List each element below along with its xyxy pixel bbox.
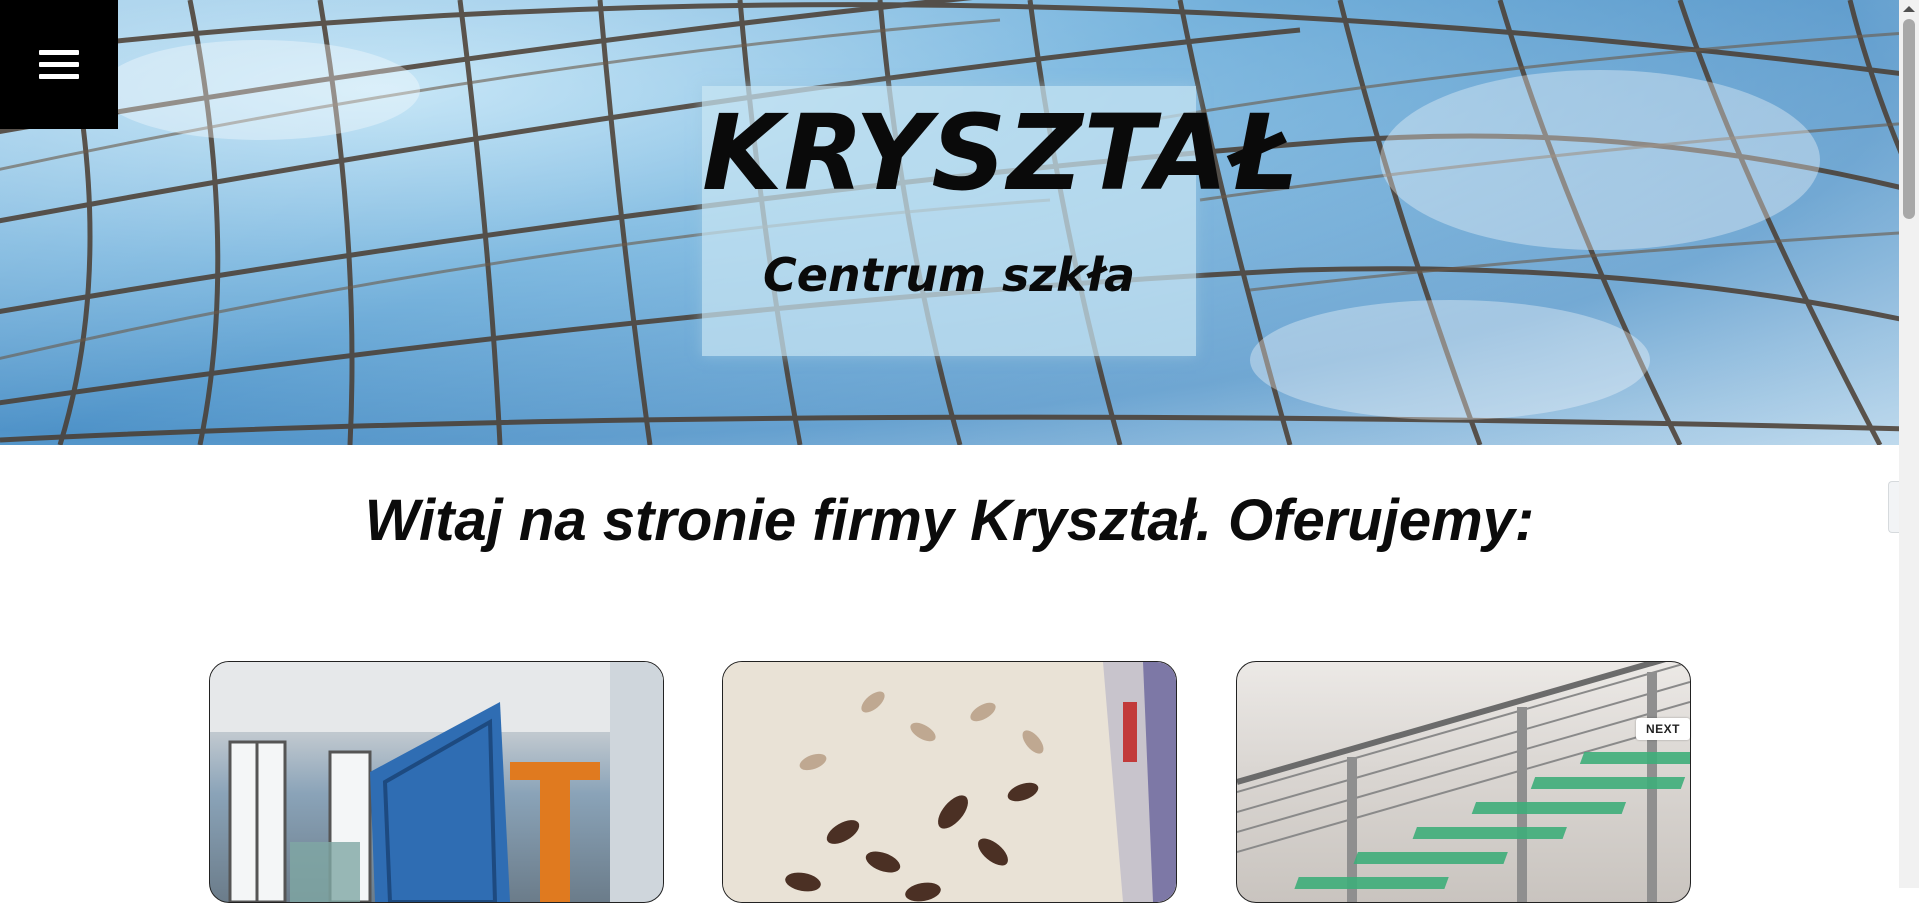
- decorative-glass-image: [723, 662, 1176, 902]
- offer-card-workshop[interactable]: [209, 661, 664, 903]
- site-logo[interactable]: KRYSZTAŁ Centrum szkła: [702, 86, 1299, 356]
- logo-title: KRYSZTAŁ: [702, 92, 1299, 214]
- hamburger-menu-icon: [39, 43, 79, 86]
- page-scrollbar[interactable]: [1899, 0, 1919, 888]
- logo-subtitle: Centrum szkła: [762, 248, 1136, 303]
- hero-banner: KRYSZTAŁ Centrum szkła: [0, 0, 1899, 445]
- glass-stairs-image: [1237, 662, 1690, 902]
- slider-next-button[interactable]: NEXT: [1636, 718, 1690, 740]
- scrollbar-thumb[interactable]: [1903, 19, 1915, 219]
- offer-card-decorative-glass[interactable]: [722, 661, 1177, 903]
- workshop-image: [210, 662, 663, 902]
- scroll-up-arrow-icon[interactable]: [1899, 0, 1919, 17]
- offer-card-glass-stairs[interactable]: [1236, 661, 1691, 903]
- menu-button[interactable]: [0, 0, 118, 129]
- welcome-heading: Witaj na stronie firmy Kryształ. Oferuje…: [364, 488, 1535, 553]
